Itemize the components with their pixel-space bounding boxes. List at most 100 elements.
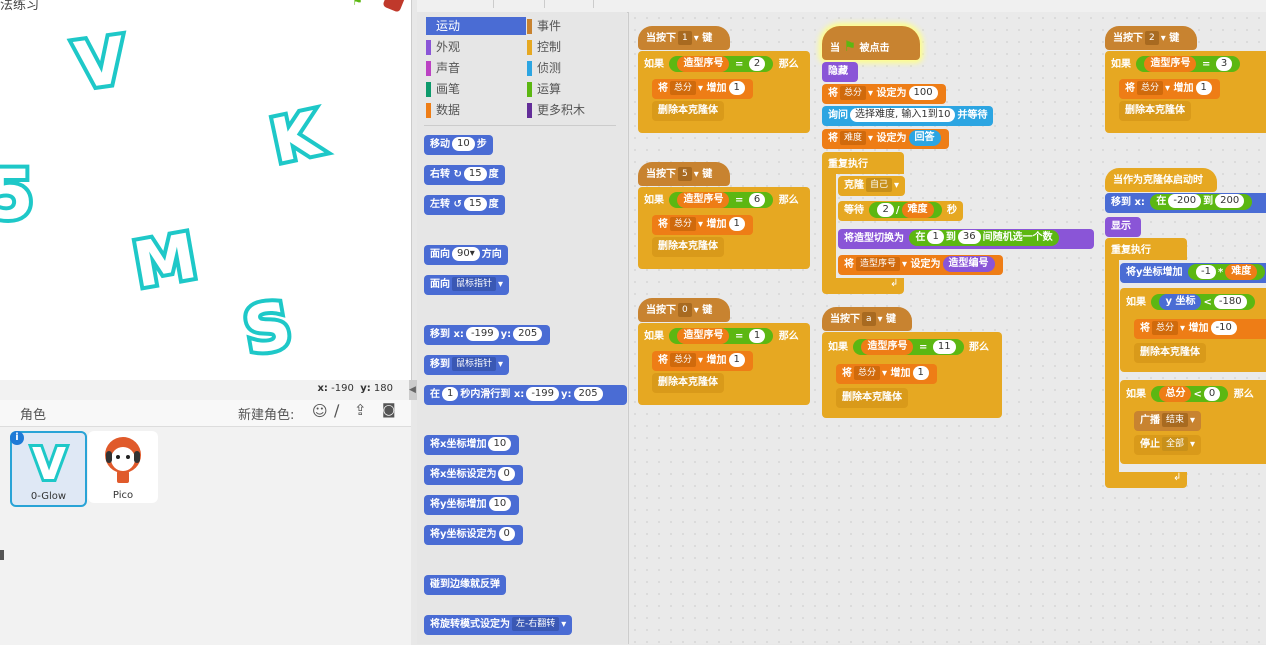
set-score-block[interactable]: 将总分 ▾ 设定为 100 <box>822 84 946 104</box>
stage[interactable]: 法练习 ⚑ V K 5 M S <box>0 0 412 380</box>
change-score-block[interactable]: 将总分 ▾ 增加 1 <box>652 215 753 235</box>
loop-arrow-icon: ↲ <box>890 278 899 289</box>
category-more-blocks[interactable]: 更多积木 <box>527 101 585 119</box>
block-change-x[interactable]: 将x坐标增加 10 <box>424 435 520 455</box>
delete-clone-block[interactable]: 删除本克隆体 <box>1119 101 1191 121</box>
goto-xy-block[interactable]: 移到 x: 在 -200 到 200 <box>1105 193 1266 213</box>
change-score-block[interactable]: 将总分 ▾ 增加 1 <box>1119 79 1220 99</box>
rotate-right-icon: ↻ <box>453 169 462 180</box>
loop-arrow-icon: ↲ <box>1173 472 1182 483</box>
block-bounce[interactable]: 碰到边缘就反弹 <box>424 575 506 595</box>
hat-when-key-pressed[interactable]: 当按下 0 ▾ 键 <box>638 298 730 322</box>
broadcast-block[interactable]: 广播 结束 ▾ <box>1134 411 1202 431</box>
ask-and-wait-block[interactable]: 询问 选择难度, 输入1到10 并等待 <box>822 106 994 126</box>
script-key-1[interactable]: 当按下 1 ▾ 键 如果 造型序号 = 2 那么 将总分 ▾ 增加 1 删除本克隆体 <box>638 26 810 133</box>
script-key-a[interactable]: 当按下 a ▾ 键 如果 造型序号 = 11 那么 将总分 ▾ 增加 1 删除本克隆体 <box>822 307 1002 418</box>
block-set-y[interactable]: 将y坐标设定为 0 <box>424 525 523 545</box>
change-y-block[interactable]: 将y坐标增加 -1 * 难度 <box>1120 263 1266 283</box>
category-control[interactable]: 控制 <box>527 38 561 56</box>
wait-block[interactable]: 等待 2/难度 秒 <box>838 201 963 221</box>
stage-letter-s: S <box>239 289 297 370</box>
mouse-coords: x: -190 y: 180 <box>317 383 393 394</box>
sprites-title: 角色 <box>20 408 47 423</box>
resize-handle[interactable] <box>0 550 4 560</box>
category-pen[interactable]: 画笔 <box>426 80 460 98</box>
script-key-2[interactable]: 当按下 2 ▾ 键 如果 造型序号 = 3 将总分 ▾ 增加 1 删除本克隆体 <box>1105 26 1266 133</box>
change-score-block[interactable]: 将总分 ▾ 增加 -10 <box>1134 319 1266 339</box>
stop-block[interactable]: 停止 全部 ▾ <box>1134 435 1202 455</box>
category-data[interactable]: 数据 <box>426 101 460 119</box>
category-sensing[interactable]: 侦测 <box>527 59 561 77</box>
script-when-flag-clicked[interactable]: 当 ⚑ 被点击 <box>822 26 920 60</box>
green-flag-icon: ⚑ <box>843 39 857 55</box>
delete-clone-block[interactable]: 删除本克隆体 <box>652 101 724 121</box>
block-set-x[interactable]: 将x坐标设定为 0 <box>424 465 523 485</box>
block-glide[interactable]: 在 1 秒内滑行到 x: -199 y: 205 <box>424 385 627 405</box>
category-sound[interactable]: 声音 <box>426 59 460 77</box>
block-change-y[interactable]: 将y坐标增加 10 <box>424 495 520 515</box>
delete-clone-block[interactable]: 删除本克隆体 <box>836 388 908 408</box>
upload-sprite-icon[interactable]: ⇪ <box>354 401 367 419</box>
block-goto-xy[interactable]: 移到 x: -199 y: 205 <box>424 325 551 345</box>
block-point-direction[interactable]: 面向 90▾ 方向 <box>424 245 508 265</box>
paint-brush-icon[interactable]: ∕ <box>334 401 339 420</box>
sprite-thumb-0-glow[interactable]: i V 0-Glow <box>10 431 87 507</box>
if-y-block[interactable]: 如果 y 坐标 < -180 将总分 ▾ 增加 -10 删除本克隆体 <box>1120 288 1266 372</box>
block-point-towards[interactable]: 面向 鼠标指针 ▾ <box>424 275 510 295</box>
block-turn-right[interactable]: 右转 ↻ 15 度 <box>424 165 505 185</box>
svg-text:V: V <box>32 439 66 487</box>
if-block[interactable]: 如果 造型序号 = 1 那么 将总分 ▾ 增加 1 删除本克隆体 <box>638 323 810 405</box>
delete-clone-block[interactable]: 删除本克隆体 <box>652 373 724 393</box>
info-icon[interactable]: i <box>10 431 24 445</box>
forever-block-arm <box>1105 258 1119 474</box>
forever-block-end: ↲ <box>822 278 904 294</box>
hat-when-key-pressed[interactable]: 当按下 2 ▾ 键 <box>1105 26 1197 50</box>
hat-when-flag-clicked[interactable]: 当 ⚑ 被点击 <box>822 26 920 60</box>
hat-when-key-pressed[interactable]: 当按下 1 ▾ 键 <box>638 26 730 50</box>
set-costume-num-block[interactable]: 将造型序号 ▾ 设定为 造型编号 <box>838 255 1003 275</box>
set-difficulty-block[interactable]: 将难度 ▾ 设定为 回答 <box>822 129 949 149</box>
stage-letter-k: K <box>266 98 328 177</box>
hide-block[interactable]: 隐藏 <box>822 62 858 82</box>
sprite-thumb-pico[interactable]: Pico <box>88 431 158 503</box>
collapse-stage-icon[interactable]: ◀ <box>409 380 417 400</box>
stage-letter-v: V <box>71 24 131 104</box>
category-operators[interactable]: 运算 <box>527 80 561 98</box>
category-looks[interactable]: 外观 <box>426 38 460 56</box>
forever-block[interactable]: 重复执行 <box>822 152 904 174</box>
if-block[interactable]: 如果 造型序号 = 6 那么 将总分 ▾ 增加 1 删除本克隆体 <box>638 187 810 269</box>
change-score-block[interactable]: 将总分 ▾ 增加 1 <box>652 351 753 371</box>
choose-sprite-library-icon[interactable]: ☺ <box>312 402 328 420</box>
sprite-thumb-image: V <box>29 436 69 487</box>
if-block[interactable]: 如果 造型序号 = 3 将总分 ▾ 增加 1 删除本克隆体 <box>1105 51 1266 133</box>
create-clone-block[interactable]: 克隆 自己 ▾ <box>838 176 906 196</box>
category-events[interactable]: 事件 <box>527 17 561 35</box>
block-rotation-style[interactable]: 将旋转模式设定为 左-右翻转 ▾ <box>424 615 573 635</box>
show-block[interactable]: 显示 <box>1105 217 1141 237</box>
hat-when-key-pressed[interactable]: 当按下 a ▾ 键 <box>822 307 912 331</box>
block-move-steps[interactable]: 移动 10 步 <box>424 135 493 155</box>
delete-clone-block[interactable]: 删除本克隆体 <box>1134 343 1206 363</box>
stage-letter-m: M <box>128 219 201 302</box>
block-turn-left[interactable]: 左转 ↺ 15 度 <box>424 195 505 215</box>
if-block[interactable]: 如果 造型序号 = 11 那么 将总分 ▾ 增加 1 删除本克隆体 <box>822 332 1002 418</box>
mouse-coords-bar: x: -190 y: 180 <box>0 380 411 400</box>
if-score-block[interactable]: 如果 总分 <0 那么 广播 结束 ▾ 停止 全部 ▾ <box>1120 380 1266 464</box>
if-block[interactable]: 如果 造型序号 = 2 那么 将总分 ▾ 增加 1 删除本克隆体 <box>638 51 810 133</box>
switch-costume-block[interactable]: 将造型切换为 在 1 到 36 间随机选一个数 <box>838 229 1094 249</box>
tab-costumes[interactable] <box>493 0 545 8</box>
forever-block[interactable]: 重复执行 <box>1105 238 1187 260</box>
hat-when-clone-starts[interactable]: 当作为克隆体启动时 <box>1105 168 1217 192</box>
tab-sounds[interactable] <box>543 0 594 8</box>
forever-block-end: ↲ <box>1105 472 1187 488</box>
delete-clone-block[interactable]: 删除本克隆体 <box>652 237 724 257</box>
hat-when-key-pressed[interactable]: 当按下 5 ▾ 键 <box>638 162 730 186</box>
forever-block-arm <box>822 172 836 284</box>
block-goto[interactable]: 移到 鼠标指针 ▾ <box>424 355 510 375</box>
change-score-block[interactable]: 将总分 ▾ 增加 1 <box>836 364 937 384</box>
script-key-5[interactable]: 当按下 5 ▾ 键 如果 造型序号 = 6 那么 将总分 ▾ 增加 1 删除本克隆体 <box>638 162 810 269</box>
script-key-0[interactable]: 当按下 0 ▾ 键 如果 造型序号 = 1 那么 将总分 ▾ 增加 1 删除本克隆体 <box>638 298 810 405</box>
category-motion[interactable]: 运动 <box>426 17 526 35</box>
change-score-block[interactable]: 将总分 ▾ 增加 1 <box>652 79 753 99</box>
camera-icon[interactable]: ◙ <box>382 402 396 418</box>
